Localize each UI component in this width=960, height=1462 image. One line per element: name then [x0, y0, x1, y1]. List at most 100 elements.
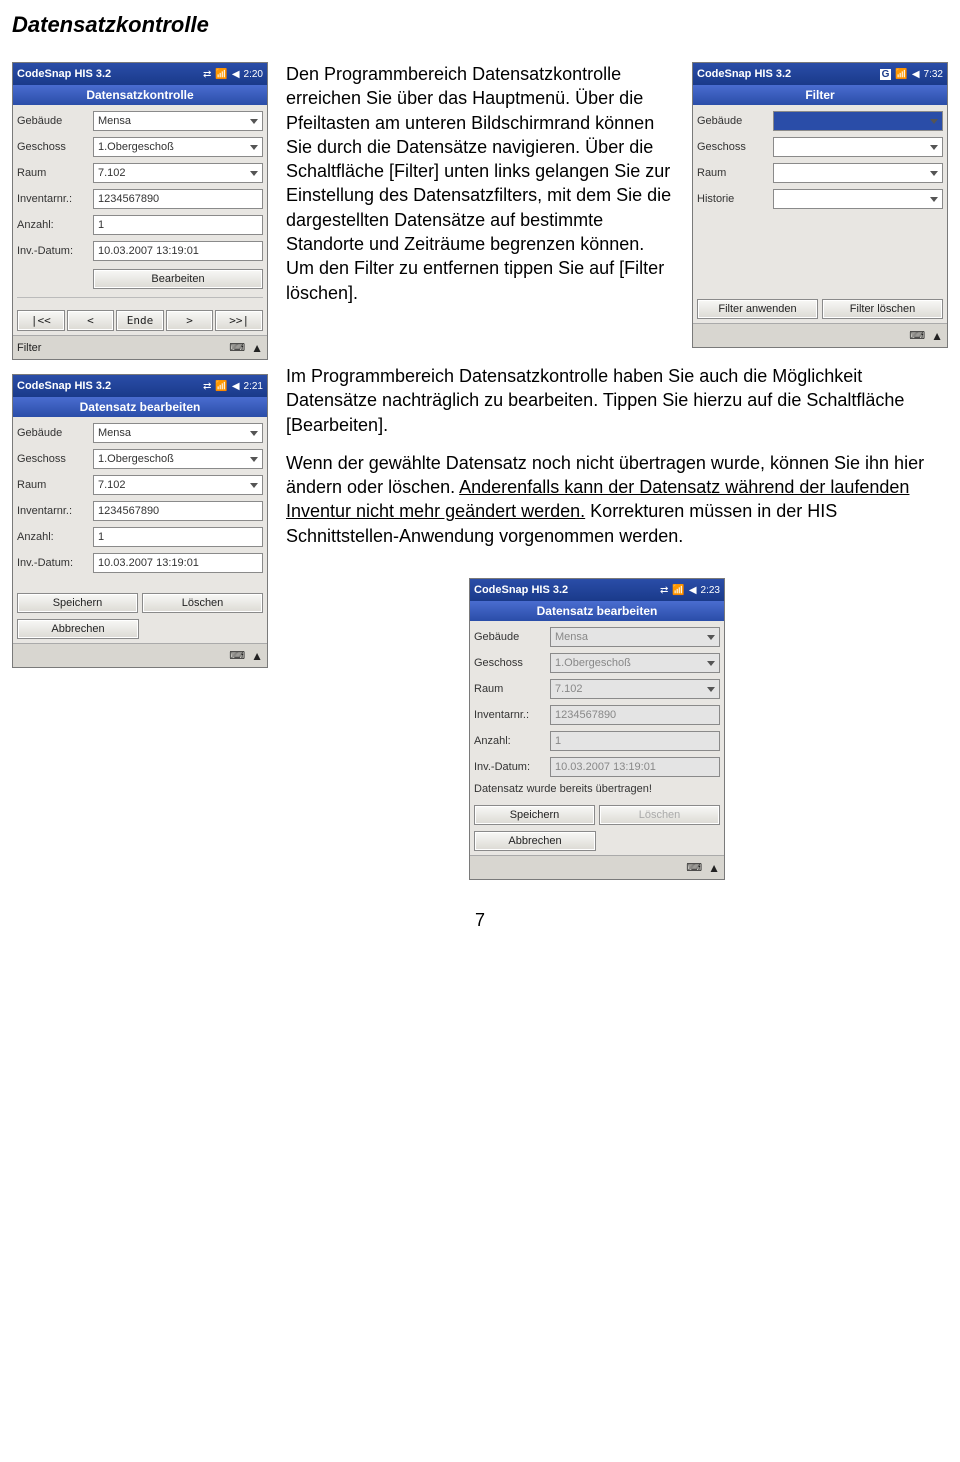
select-geschoss[interactable]: 1.Obergeschoß — [93, 449, 263, 469]
nav-last-button[interactable]: >>| — [215, 310, 263, 331]
arrow-up-icon[interactable]: ▲ — [251, 341, 263, 355]
arrow-up-icon[interactable]: ▲ — [931, 329, 943, 343]
select-gebaeude: Mensa — [550, 627, 720, 647]
label-anzahl: Anzahl: — [17, 219, 89, 231]
label-raum: Raum — [17, 479, 89, 491]
app-name: CodeSnap HIS 3.2 — [17, 380, 203, 392]
input-inventarnr[interactable]: 1234567890 — [93, 501, 263, 521]
label-historie: Historie — [697, 193, 769, 205]
input-inventarnr: 1234567890 — [550, 705, 720, 725]
clock: 2:23 — [701, 585, 720, 596]
pda-datensatz-bearbeiten-locked: CodeSnap HIS 3.2 ⇄ 📶 ◀ 2:23 Datensatz be… — [469, 578, 725, 880]
select-gebaeude[interactable]: Mensa — [93, 111, 263, 131]
label-geschoss: Geschoss — [17, 453, 89, 465]
input-inventarnr[interactable]: 1234567890 — [93, 189, 263, 209]
speaker-icon: ◀ — [232, 381, 240, 392]
select-gebaeude[interactable]: Mensa — [93, 423, 263, 443]
page-heading: Datensatzkontrolle — [12, 12, 948, 38]
input-invdatum: 10.03.2007 13:19:01 — [550, 757, 720, 777]
select-geschoss[interactable] — [773, 137, 943, 157]
label-raum: Raum — [17, 167, 89, 179]
label-raum: Raum — [697, 167, 769, 179]
status-bar: CodeSnap HIS 3.2 ⇄ 📶 ◀ 2:21 — [13, 375, 267, 397]
paragraph-1: Den Programmbereich Datensatzkontrolle e… — [286, 62, 674, 305]
filter-loeschen-button[interactable]: Filter löschen — [822, 299, 943, 319]
network-icon: ⇄ — [660, 585, 668, 596]
window-title: Datensatz bearbeiten — [13, 397, 267, 417]
keyboard-icon[interactable]: ⌨ — [229, 341, 245, 354]
label-inventarnr: Inventarnr.: — [474, 709, 546, 721]
app-name: CodeSnap HIS 3.2 — [697, 68, 880, 80]
paragraph-2: Im Programmbereich Datensatzkontrolle ha… — [286, 364, 948, 437]
status-bar: CodeSnap HIS 3.2 ⇄ 📶 ◀ 2:23 — [470, 579, 724, 601]
label-geschoss: Geschoss — [474, 657, 546, 669]
window-title: Datensatz bearbeiten — [470, 601, 724, 621]
pda-filter: CodeSnap HIS 3.2 G 📶 ◀ 7:32 Filter Gebäu… — [692, 62, 948, 348]
label-gebaeude: Gebäude — [697, 115, 769, 127]
label-anzahl: Anzahl: — [474, 735, 546, 747]
clock: 2:20 — [244, 69, 263, 80]
signal-icon: 📶 — [672, 585, 684, 596]
pda-datensatzkontrolle: CodeSnap HIS 3.2 ⇄ 📶 ◀ 2:20 Datensatzkon… — [12, 62, 268, 360]
signal-icon: 📶 — [215, 381, 227, 392]
pda-datensatz-bearbeiten: CodeSnap HIS 3.2 ⇄ 📶 ◀ 2:21 Datensatz be… — [12, 374, 268, 668]
select-raum: 7.102 — [550, 679, 720, 699]
label-anzahl: Anzahl: — [17, 531, 89, 543]
label-gebaeude: Gebäude — [17, 115, 89, 127]
speaker-icon: ◀ — [912, 69, 920, 80]
abbrechen-button[interactable]: Abbrechen — [17, 619, 139, 639]
signal-icon: 📶 — [215, 69, 227, 80]
filter-anwenden-button[interactable]: Filter anwenden — [697, 299, 818, 319]
speichern-button[interactable]: Speichern — [474, 805, 595, 825]
label-inventarnr: Inventarnr.: — [17, 193, 89, 205]
select-historie[interactable] — [773, 189, 943, 209]
clock: 2:21 — [244, 381, 263, 392]
nav-prev-button[interactable]: < — [67, 310, 115, 331]
label-invdatum: Inv.-Datum: — [17, 245, 89, 257]
input-invdatum[interactable]: 10.03.2007 13:19:01 — [93, 241, 263, 261]
select-raum[interactable] — [773, 163, 943, 183]
select-geschoss: 1.Obergeschoß — [550, 653, 720, 673]
select-raum[interactable]: 7.102 — [93, 475, 263, 495]
signal-icon: 📶 — [895, 69, 907, 80]
keyboard-icon[interactable]: ⌨ — [909, 329, 925, 342]
g-icon: G — [880, 69, 892, 80]
input-invdatum[interactable]: 10.03.2007 13:19:01 — [93, 553, 263, 573]
speaker-icon: ◀ — [232, 69, 240, 80]
arrow-up-icon[interactable]: ▲ — [251, 649, 263, 663]
select-geschoss[interactable]: 1.Obergeschoß — [93, 137, 263, 157]
label-gebaeude: Gebäude — [474, 631, 546, 643]
nav-first-button[interactable]: |<< — [17, 310, 65, 331]
app-name: CodeSnap HIS 3.2 — [17, 68, 203, 80]
status-bar: CodeSnap HIS 3.2 ⇄ 📶 ◀ 2:20 — [13, 63, 267, 85]
arrow-up-icon[interactable]: ▲ — [708, 861, 720, 875]
label-invdatum: Inv.-Datum: — [17, 557, 89, 569]
page-number: 7 — [12, 910, 948, 931]
app-name: CodeSnap HIS 3.2 — [474, 584, 660, 596]
left-column: CodeSnap HIS 3.2 ⇄ 📶 ◀ 2:20 Datensatzkon… — [12, 62, 268, 880]
abbrechen-button[interactable]: Abbrechen — [474, 831, 596, 851]
keyboard-icon[interactable]: ⌨ — [229, 649, 245, 662]
loeschen-button[interactable]: Löschen — [142, 593, 263, 613]
window-title: Datensatzkontrolle — [13, 85, 267, 105]
nav-end-button[interactable]: Ende — [116, 310, 164, 331]
label-inventarnr: Inventarnr.: — [17, 505, 89, 517]
body-text-block-2: Im Programmbereich Datensatzkontrolle ha… — [286, 364, 948, 562]
nav-next-button[interactable]: > — [166, 310, 214, 331]
select-raum[interactable]: 7.102 — [93, 163, 263, 183]
network-icon: ⇄ — [203, 69, 211, 80]
select-gebaeude[interactable] — [773, 111, 943, 131]
network-icon: ⇄ — [203, 381, 211, 392]
keyboard-icon[interactable]: ⌨ — [686, 861, 702, 874]
speaker-icon: ◀ — [689, 585, 697, 596]
label-gebaeude: Gebäude — [17, 427, 89, 439]
bottom-filter-link[interactable]: Filter — [17, 342, 223, 354]
speichern-button[interactable]: Speichern — [17, 593, 138, 613]
paragraph-3: Wenn der gewählte Datensatz noch nicht ü… — [286, 451, 948, 548]
input-anzahl: 1 — [550, 731, 720, 751]
input-anzahl[interactable]: 1 — [93, 215, 263, 235]
input-anzahl[interactable]: 1 — [93, 527, 263, 547]
bearbeiten-button[interactable]: Bearbeiten — [93, 269, 263, 289]
clock: 7:32 — [924, 69, 943, 80]
body-text-block: Den Programmbereich Datensatzkontrolle e… — [286, 62, 674, 319]
